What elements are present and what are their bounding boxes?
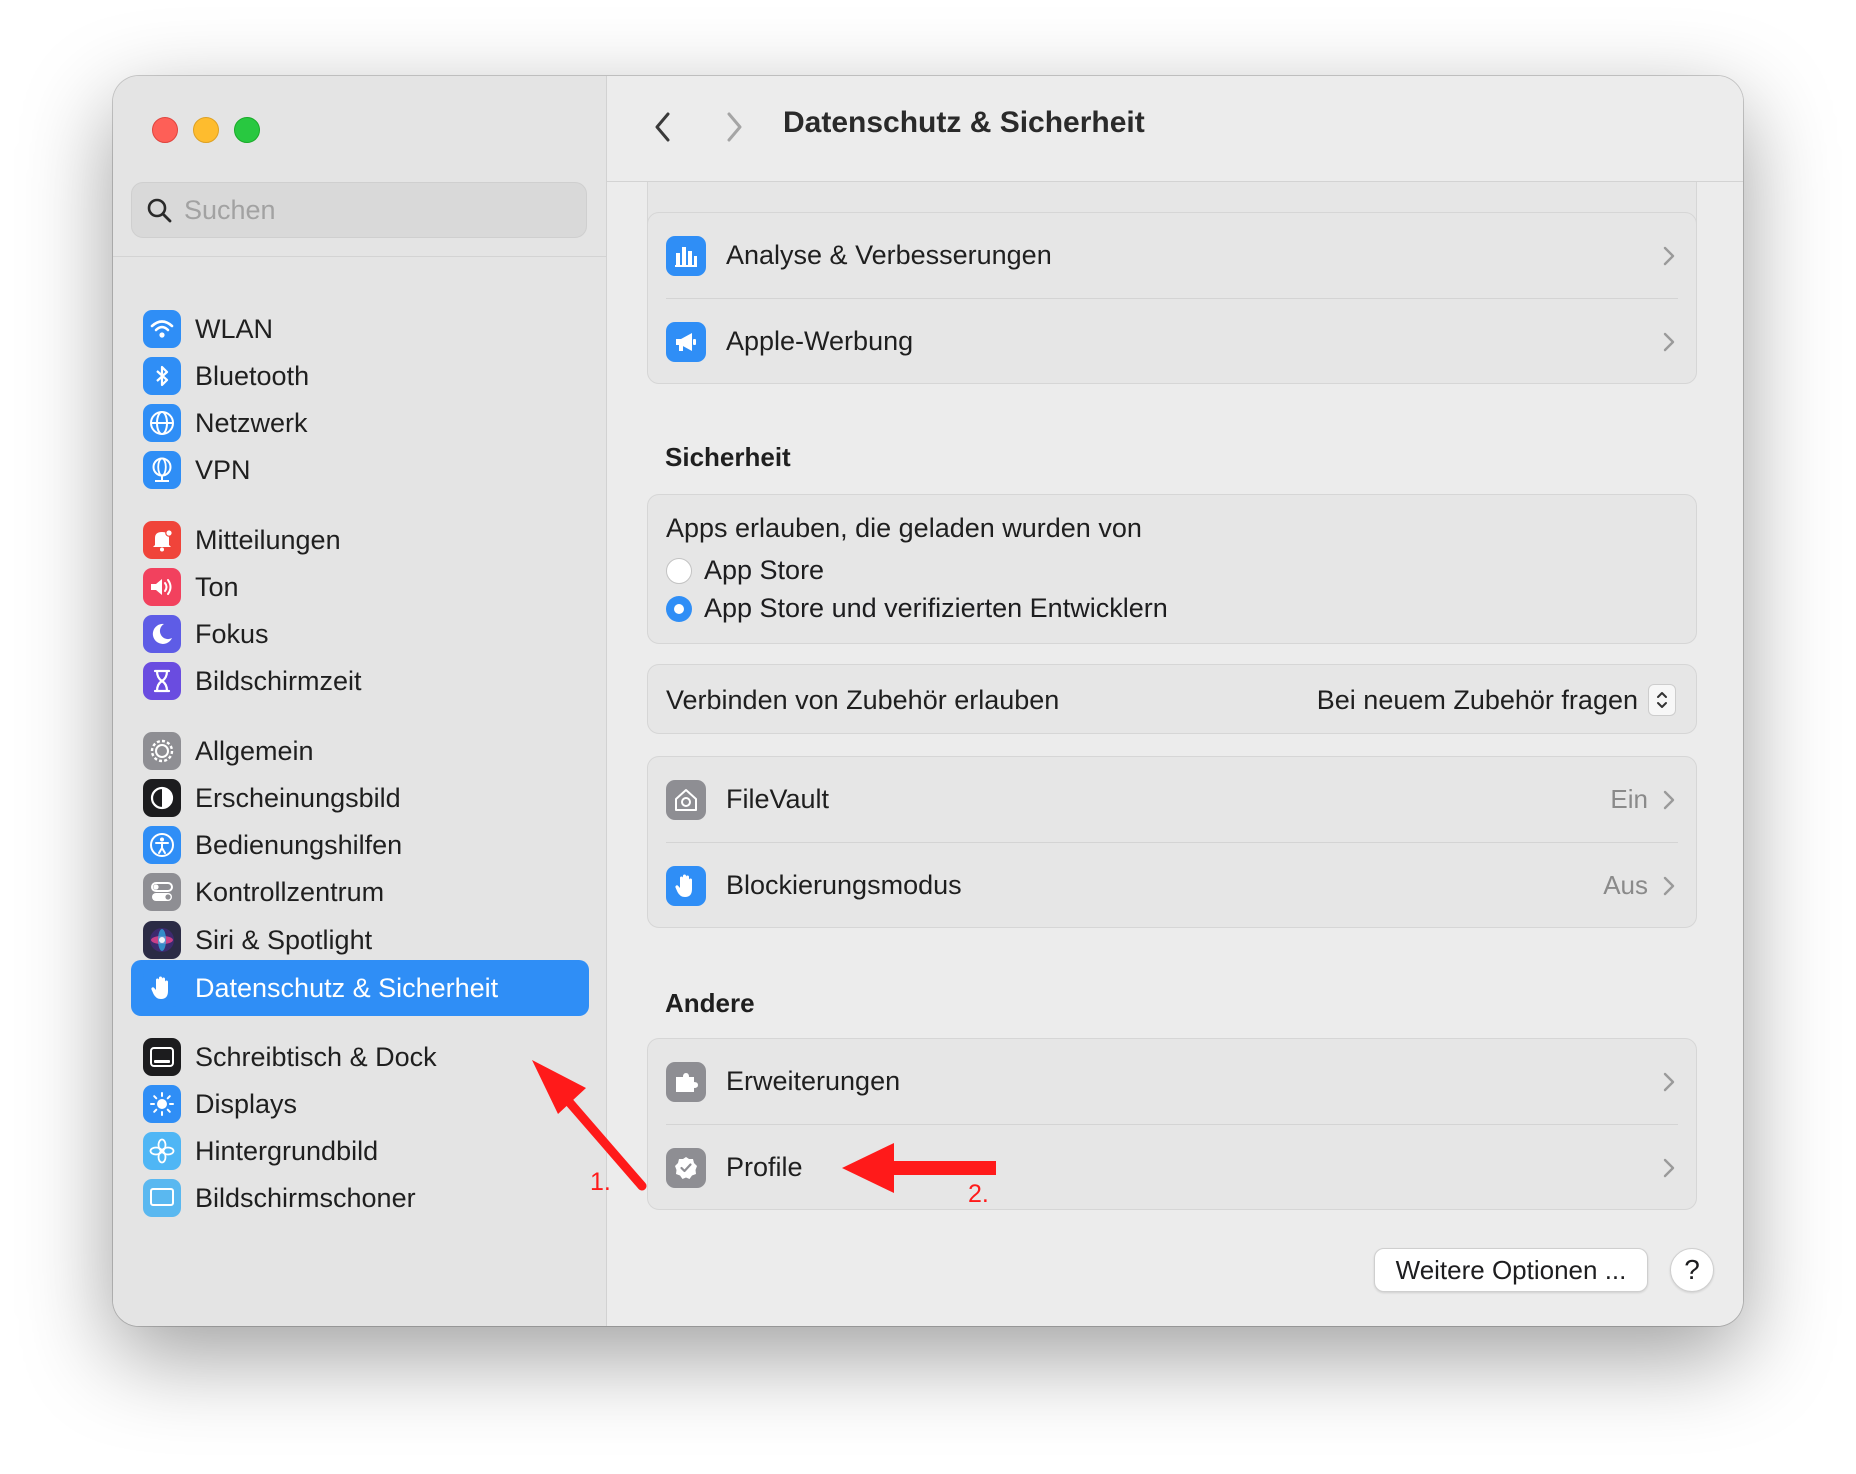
back-chevron-icon[interactable] [651, 110, 675, 144]
forward-chevron-icon[interactable] [722, 110, 746, 144]
annotation-step-2-label: 2. [968, 1180, 989, 1208]
arrow-step-1 [532, 1060, 647, 1191]
annotation-arrows [532, 1060, 996, 1193]
page-title: Datenschutz & Sicherheit [783, 106, 1145, 139]
annotation-step-1-label: 1. [590, 1168, 611, 1196]
toolbar: Datenschutz & Sicherheit [607, 76, 1743, 182]
